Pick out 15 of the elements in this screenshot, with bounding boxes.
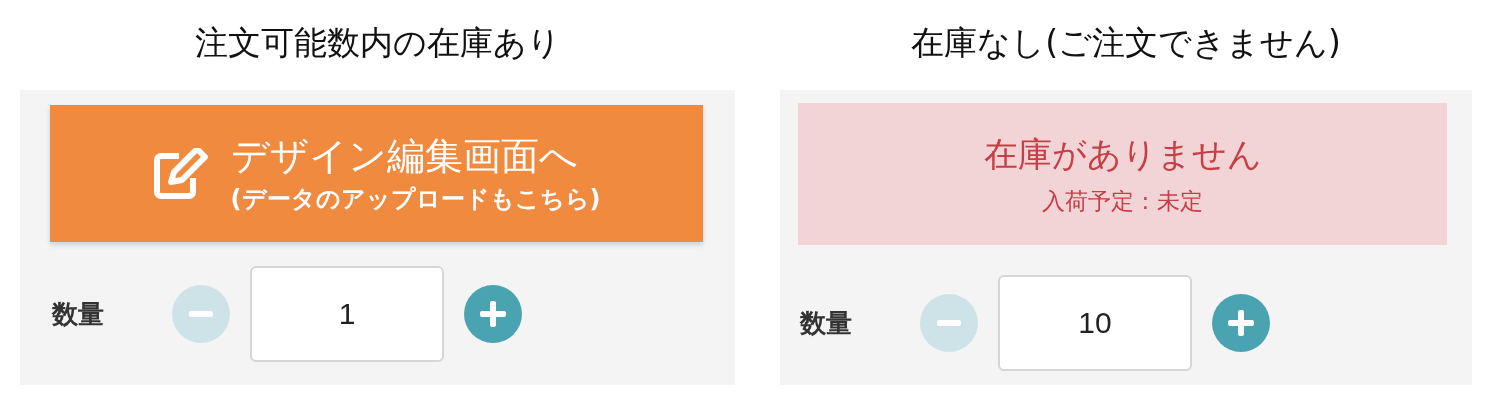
quantity-label: 数量 (800, 306, 853, 340)
increase-button[interactable] (1212, 294, 1270, 352)
restock-note: 入荷予定 : 未定 (1042, 187, 1203, 216)
quantity-label: 数量 (52, 297, 105, 331)
quantity-field[interactable]: 10 (998, 275, 1192, 371)
plus-icon (479, 300, 507, 328)
section-caption: 注文可能数内の在庫あり (193, 22, 562, 64)
minus-icon (188, 311, 214, 317)
minus-icon (936, 320, 962, 326)
plus-icon (1227, 309, 1255, 337)
edit-icon (152, 147, 209, 200)
alert-title: 在庫がありません (983, 133, 1262, 176)
section-caption: 在庫なし(ご注文できません) (910, 22, 1342, 64)
increase-button[interactable] (464, 285, 522, 343)
quantity-field[interactable]: 1 (250, 266, 444, 362)
